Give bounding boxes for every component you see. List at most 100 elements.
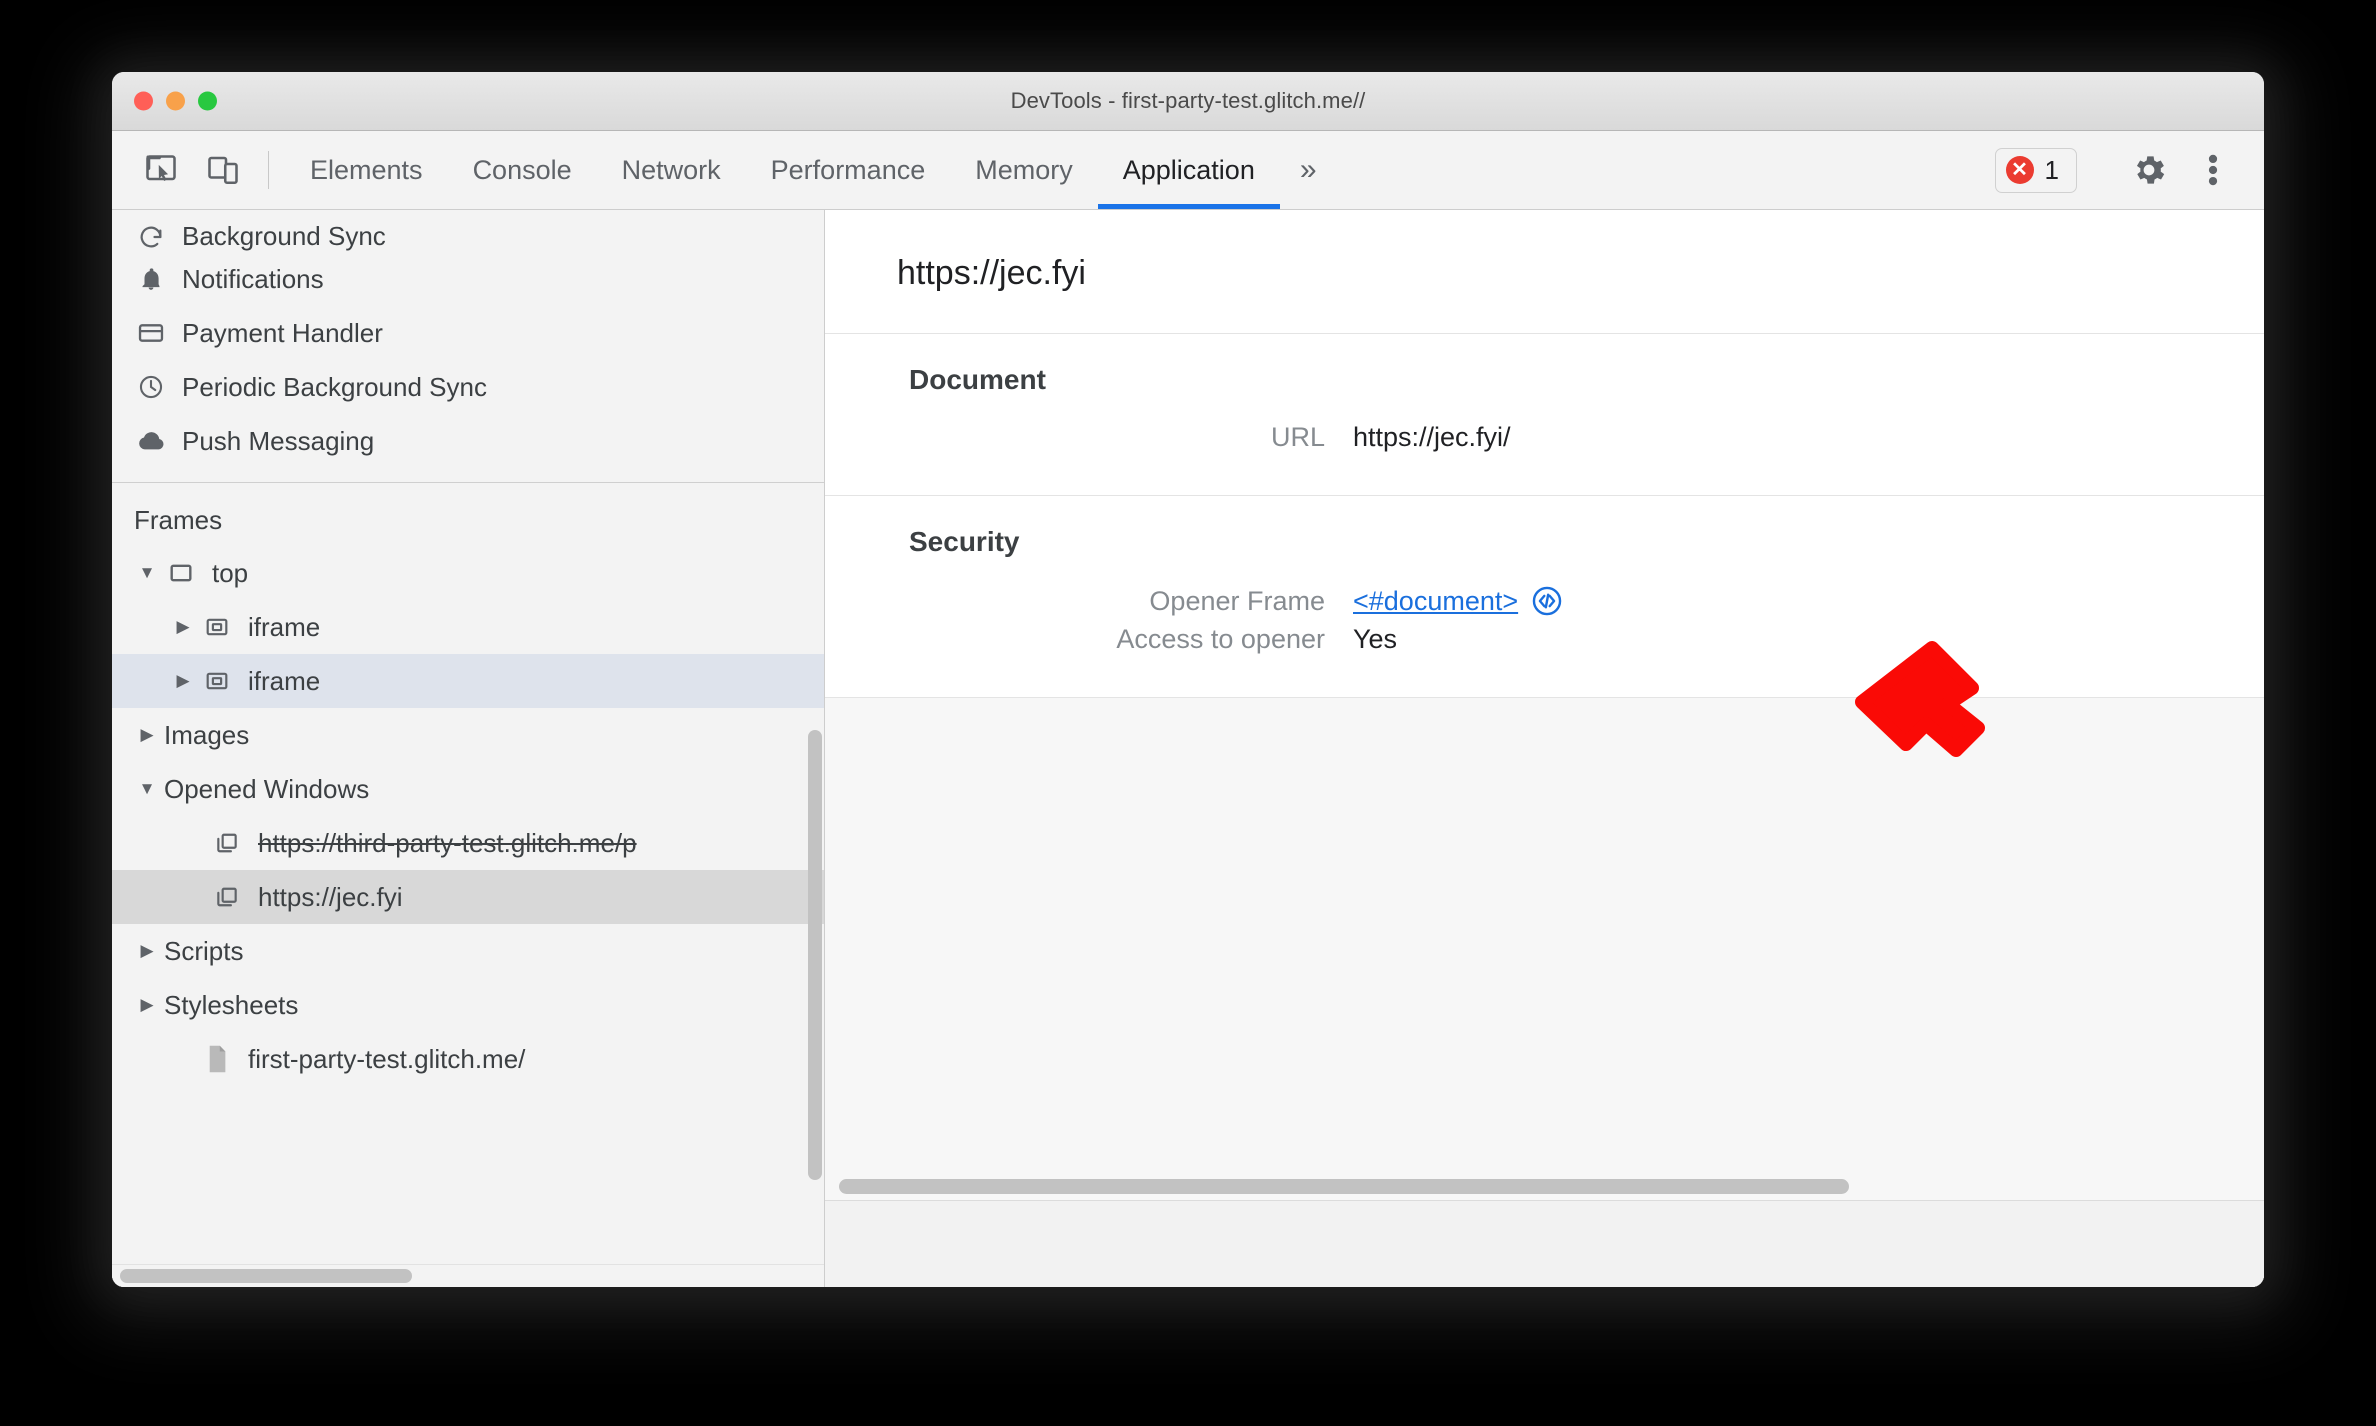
sidebar-item-notifications[interactable]: Notifications [112, 252, 824, 306]
toolbar-divider [268, 151, 269, 189]
devtools-window: DevTools - first-party-test.glitch.me// [112, 72, 2264, 1287]
sidebar-item-periodic-background-sync[interactable]: Periodic Background Sync [112, 360, 824, 414]
frame-row-label: iframe [248, 611, 321, 642]
tab-elements[interactable]: Elements [285, 131, 448, 209]
chevron-right-icon[interactable]: ▶ [170, 671, 196, 691]
cloud-icon [134, 426, 168, 456]
error-circle-icon: ✕ [2005, 156, 2034, 184]
tab-memory[interactable]: Memory [950, 131, 1098, 209]
iframe-icon [200, 666, 234, 696]
background-sync-icon [134, 222, 168, 252]
frame-row-opened-window-jec-fyi[interactable]: https://jec.fyi [112, 870, 824, 924]
panel-footer-area [825, 1200, 2264, 1287]
document-icon [200, 1044, 234, 1074]
devtools-body: Background Sync Notifications Payment Ha… [112, 210, 2264, 1287]
sidebar-app-list: Background Sync Notifications Payment Ha… [112, 210, 824, 1086]
chevron-down-icon[interactable]: ▼ [134, 563, 160, 583]
chevron-right-icon[interactable]: ▶ [134, 725, 160, 745]
tab-label: Network [621, 154, 721, 185]
close-button[interactable] [134, 91, 153, 111]
frame-row-label: https://third-party-test.glitch.me/p [258, 827, 637, 858]
chevron-right-icon[interactable]: ▶ [134, 941, 160, 961]
frame-row-scripts[interactable]: ▶ Scripts [112, 924, 824, 978]
sidebar-vertical-scrollbar[interactable] [808, 730, 822, 1180]
tab-application[interactable]: Application [1097, 131, 1280, 209]
screenshot-root: DevTools - first-party-test.glitch.me// [0, 0, 2376, 1426]
opener-frame-link[interactable]: <#document> [1353, 586, 1518, 617]
window-titlebar: DevTools - first-party-test.glitch.me// [112, 72, 2264, 131]
sidebar-scroll-area: Background Sync Notifications Payment Ha… [112, 210, 824, 1265]
inspect-element-icon[interactable] [130, 131, 192, 209]
frame-row-label: Stylesheets [164, 989, 299, 1020]
sidebar-item-label: Notifications [182, 263, 324, 294]
chevron-right-icon[interactable]: ▶ [134, 995, 160, 1015]
window-title: DevTools - first-party-test.glitch.me// [1010, 88, 1366, 113]
sidebar-item-background-sync[interactable]: Background Sync [112, 210, 824, 252]
frame-row-label: https://jec.fyi [258, 881, 403, 912]
tab-label: Memory [975, 154, 1073, 185]
row-key: Opener Frame [1149, 585, 1325, 616]
frame-details-title: https://jec.fyi [825, 210, 2264, 334]
sidebar-horizontal-scrollbar[interactable] [112, 1264, 824, 1287]
frame-row-label: Images [164, 719, 250, 750]
row-opener-frame: Opener Frame <#document> [825, 584, 2264, 618]
tab-performance[interactable]: Performance [746, 131, 951, 209]
row-access-to-opener: Access to opener Yes [825, 624, 2264, 655]
more-tabs-button[interactable]: » [1280, 131, 1337, 209]
main-horizontal-scrollbar[interactable] [825, 1175, 2264, 1199]
window-icon [210, 828, 244, 858]
clock-icon [134, 372, 168, 402]
row-value: Yes [1353, 624, 1398, 654]
chevron-right-icon[interactable]: ▶ [170, 617, 196, 637]
scrollbar-thumb[interactable] [120, 1269, 412, 1283]
frame-row-opened-windows[interactable]: ▼ Opened Windows [112, 762, 824, 816]
row-value: <#document> [1353, 584, 1564, 618]
device-toolbar-icon[interactable] [192, 131, 254, 209]
iframe-icon [200, 612, 234, 642]
security-section: Security Opener Frame <#document> Access… [825, 496, 2264, 698]
code-circle-icon[interactable] [1530, 584, 1564, 618]
tab-network[interactable]: Network [597, 131, 746, 209]
chevron-down-icon[interactable]: ▼ [134, 779, 160, 799]
frame-details-panel: https://jec.fyi Document URL https://jec… [825, 210, 2264, 1287]
frame-row-first-party-document[interactable]: first-party-test.glitch.me/ [112, 1032, 824, 1086]
row-value: https://jec.fyi/ [1353, 422, 1511, 452]
frame-row-images[interactable]: ▶ Images [112, 708, 824, 762]
document-section: Document URL https://jec.fyi/ [825, 334, 2264, 496]
frame-row-label: iframe [248, 665, 321, 696]
sidebar-item-label: Periodic Background Sync [182, 371, 487, 402]
toolbar-right-group: ✕ 1 [1994, 131, 2264, 209]
panel-tabs: Elements Console Network Performance Mem… [285, 131, 1337, 209]
traffic-lights [134, 91, 217, 111]
frame-icon [164, 558, 198, 588]
frame-row-opened-window-third-party[interactable]: https://third-party-test.glitch.me/p [112, 816, 824, 870]
frame-row-iframe-2[interactable]: ▶ iframe [112, 654, 824, 708]
kebab-menu-icon[interactable] [2184, 141, 2242, 199]
devtools-toolbar: Elements Console Network Performance Mem… [112, 131, 2264, 210]
frame-row-label: first-party-test.glitch.me/ [248, 1043, 526, 1074]
error-count-label: 1 [2044, 154, 2059, 185]
frame-row-label: top [212, 557, 249, 588]
frame-row-iframe-1[interactable]: ▶ iframe [112, 600, 824, 654]
minimize-button[interactable] [166, 91, 185, 111]
sidebar-item-payment-handler[interactable]: Payment Handler [112, 306, 824, 360]
window-icon [210, 882, 244, 912]
scrollbar-thumb[interactable] [839, 1179, 1849, 1194]
credit-card-icon [134, 318, 168, 348]
tab-console[interactable]: Console [448, 131, 597, 209]
frame-row-label: Scripts [164, 935, 244, 966]
tab-label: Console [472, 154, 572, 185]
sidebar-item-label: Background Sync [182, 221, 386, 251]
error-count-badge[interactable]: ✕ 1 [1994, 147, 2077, 193]
frames-section-label: Frames [134, 505, 223, 535]
frame-row-stylesheets[interactable]: ▶ Stylesheets [112, 978, 824, 1032]
application-sidebar: Background Sync Notifications Payment Ha… [112, 210, 825, 1287]
zoom-button[interactable] [198, 91, 217, 111]
gear-icon[interactable] [2120, 141, 2178, 199]
frame-row-top[interactable]: ▼ top [112, 546, 824, 600]
bell-icon [134, 264, 168, 294]
row-key: URL [1270, 422, 1325, 452]
sidebar-item-label: Push Messaging [182, 425, 375, 456]
security-section-heading: Security [909, 526, 1020, 557]
sidebar-item-push-messaging[interactable]: Push Messaging [112, 414, 824, 468]
